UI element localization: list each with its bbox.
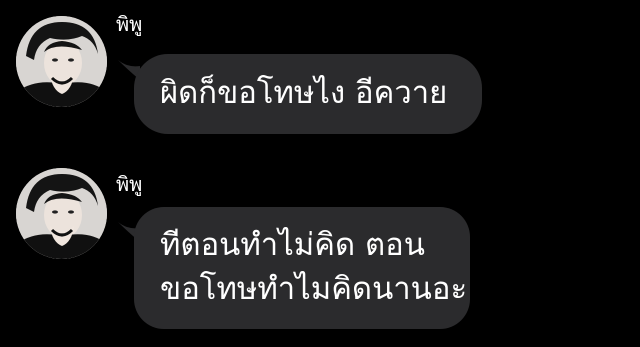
message-text-line: ทีตอนทำไม่คิด ตอน — [160, 227, 425, 263]
message-row: พิพู ผิดก็ขอโทษไง อีควาย — [0, 0, 640, 150]
message-text-line: ขอโทษทำไมคิดนานอะ — [160, 271, 468, 307]
message-bubble[interactable]: ทีตอนทำไม่คิด ตอน ขอโทษทำไมคิดนานอะ — [134, 207, 470, 329]
sender-name: พิพู — [116, 172, 143, 196]
sender-avatar[interactable] — [16, 16, 107, 107]
sender-name: พิพู — [116, 12, 143, 36]
profile-photo-icon — [16, 16, 107, 107]
message-bubble[interactable]: ผิดก็ขอโทษไง อีควาย — [134, 54, 482, 134]
message-row: พิพู ทีตอนทำไม่คิด ตอน ขอโทษทำไมคิดนานอะ — [0, 160, 640, 347]
sender-avatar[interactable] — [16, 168, 107, 259]
chat-screen: พิพู ผิดก็ขอโทษไง อีควาย พิพู ทีตอนทำไม่… — [0, 0, 640, 347]
profile-photo-icon — [16, 168, 107, 259]
message-text: ผิดก็ขอโทษไง อีควาย — [160, 75, 448, 111]
